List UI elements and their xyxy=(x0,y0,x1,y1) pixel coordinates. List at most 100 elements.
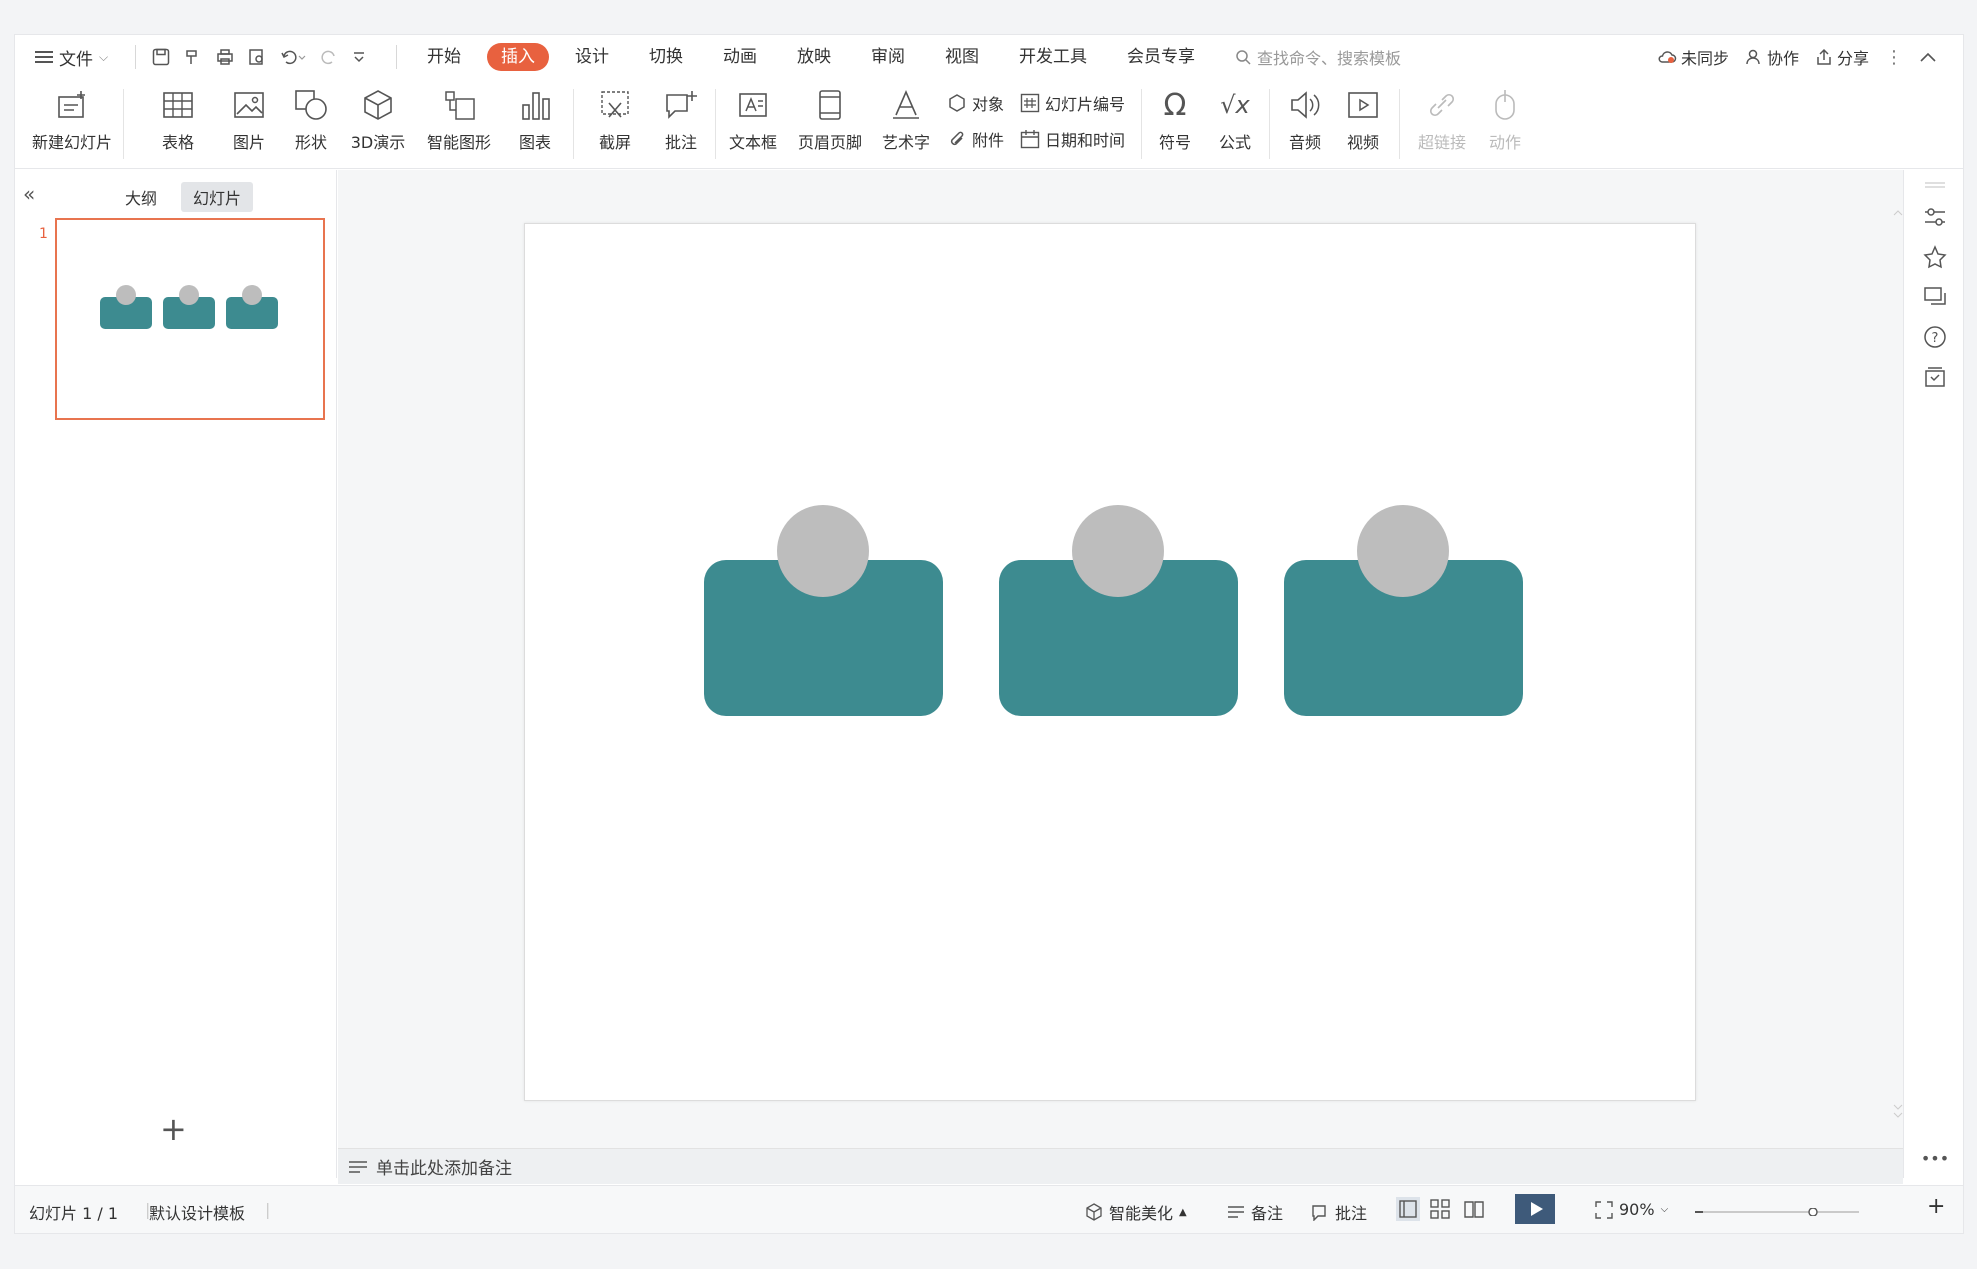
add-slide-button[interactable]: + xyxy=(160,1110,187,1148)
tab-insert[interactable]: 插入 xyxy=(487,43,549,71)
tab-slideshow[interactable]: 放映 xyxy=(777,43,851,71)
bar-chart-icon xyxy=(515,85,555,125)
attachment-label: 附件 xyxy=(972,131,1005,150)
wordart-label: 艺术字 xyxy=(881,133,930,152)
mouse-icon xyxy=(1485,85,1525,125)
tab-design[interactable]: 设计 xyxy=(555,43,629,71)
undo-icon[interactable] xyxy=(280,48,306,66)
zoom-in-icon[interactable]: + xyxy=(1927,1194,1945,1219)
comment-label: 批注 xyxy=(664,133,697,152)
template-name[interactable]: 默认设计模板 xyxy=(149,1200,245,1224)
object-button[interactable]: 对象 xyxy=(947,91,1004,115)
normal-view-icon[interactable] xyxy=(1395,1196,1421,1222)
more-vertical-icon[interactable]: ⋮ xyxy=(1885,47,1903,68)
hyperlink-button[interactable]: 超链接 xyxy=(1405,79,1479,169)
attachment-button[interactable]: 附件 xyxy=(947,127,1004,151)
cube-icon xyxy=(358,85,398,125)
comment-button[interactable]: 批注 xyxy=(653,79,709,169)
magic-icon[interactable] xyxy=(1922,244,1948,270)
audio-button[interactable]: 音频 xyxy=(1277,79,1333,169)
more-horizontal-icon[interactable]: ••• xyxy=(1921,1145,1949,1171)
zoom-slider[interactable] xyxy=(1695,1208,1865,1216)
tab-home[interactable]: 开始 xyxy=(407,43,481,71)
3d-label: 3D演示 xyxy=(350,133,406,152)
status-bar: 幻灯片 1 / 1 | 默认设计模板 | 智能美化 ▲ 备注 批注 90% ⌵ … xyxy=(15,1185,1963,1233)
share-icon xyxy=(1815,48,1833,66)
shape-button[interactable]: 形状 xyxy=(283,79,339,169)
notes-toggle-label: 备注 xyxy=(1251,1204,1284,1223)
tab-transitions[interactable]: 切换 xyxy=(629,43,703,71)
slide-sorter-icon[interactable] xyxy=(1429,1198,1451,1220)
fit-icon xyxy=(1595,1200,1613,1219)
avatar-2 xyxy=(1072,505,1164,597)
slide-thumbnail[interactable] xyxy=(55,218,325,420)
chevron-down-icon: ⌵ xyxy=(1660,1204,1669,1215)
customize-qa-icon[interactable] xyxy=(352,50,366,64)
print-icon[interactable] xyxy=(216,48,234,66)
pane-tabs: 大纲 幻灯片 xyxy=(113,182,254,212)
formula-button[interactable]: √x 公式 xyxy=(1207,79,1263,169)
notes-area[interactable]: 单击此处添加备注 xyxy=(338,1148,1903,1184)
app-window: 文件 ⌵ 开始 插入 设计 切换 动画 放映 审阅 视图 开发工具 会员专享 查… xyxy=(14,34,1964,1234)
play-slideshow-icon[interactable] xyxy=(1515,1194,1555,1224)
tab-view[interactable]: 视图 xyxy=(925,43,999,71)
tab-animations[interactable]: 动画 xyxy=(703,43,777,71)
ribbon-insert: 新建幻灯片 表格 图片 形状 3D演示 智能图形 图表 截屏 批注 文本框 页眉… xyxy=(15,79,1963,169)
comment-toggle[interactable]: 批注 xyxy=(1311,1200,1367,1224)
file-menu[interactable]: 文件 ⌵ xyxy=(15,45,125,70)
collapse-ribbon-icon[interactable] xyxy=(1919,51,1937,63)
header-footer-button[interactable]: 页眉页脚 xyxy=(793,79,867,169)
screenshot-button[interactable]: 截屏 xyxy=(585,79,645,169)
zoom-control[interactable]: 90% ⌵ xyxy=(1595,1200,1668,1219)
divider: | xyxy=(265,1200,271,1219)
properties-icon[interactable] xyxy=(1922,204,1948,230)
format-painter-icon[interactable] xyxy=(184,48,202,66)
3d-button[interactable]: 3D演示 xyxy=(345,79,411,169)
tab-slides[interactable]: 幻灯片 xyxy=(181,182,254,212)
wordart-button[interactable]: 艺术字 xyxy=(873,79,939,169)
print-preview-icon[interactable] xyxy=(248,48,266,66)
chart-button[interactable]: 图表 xyxy=(507,79,563,169)
smartart-button[interactable]: 智能图形 xyxy=(419,79,499,169)
help-icon[interactable]: ? xyxy=(1922,324,1948,350)
thumbnail-preview xyxy=(100,285,278,329)
new-slide-label: 新建幻灯片 xyxy=(31,133,112,152)
picture-button[interactable]: 图片 xyxy=(221,79,277,169)
divider xyxy=(135,45,136,69)
slide-canvas[interactable] xyxy=(524,223,1696,1101)
video-button[interactable]: 视频 xyxy=(1335,79,1391,169)
tab-outline[interactable]: 大纲 xyxy=(113,182,169,212)
video-label: 视频 xyxy=(1346,133,1379,152)
command-search[interactable]: 查找命令、搜索模板 xyxy=(1235,45,1401,69)
header-footer-icon xyxy=(810,85,850,125)
new-slide-button[interactable]: 新建幻灯片 xyxy=(27,79,117,169)
omega-icon: Ω xyxy=(1163,87,1187,123)
backup-icon[interactable] xyxy=(1922,364,1948,390)
slide-number-button[interactable]: 幻灯片编号 xyxy=(1020,91,1125,115)
notes-toggle[interactable]: 备注 xyxy=(1227,1200,1283,1224)
tab-member[interactable]: 会员专享 xyxy=(1107,43,1215,71)
picture-icon xyxy=(229,85,269,125)
chevron-down-icon: ⌵ xyxy=(99,49,109,64)
sync-status[interactable]: 未同步 xyxy=(1657,45,1729,69)
chart-label: 图表 xyxy=(518,133,551,152)
tab-developer[interactable]: 开发工具 xyxy=(999,43,1107,71)
symbol-button[interactable]: Ω 符号 xyxy=(1147,79,1203,169)
save-icon[interactable] xyxy=(152,48,170,66)
beautify-button[interactable]: 智能美化 ▲ xyxy=(1085,1200,1187,1224)
collab-button[interactable]: 协作 xyxy=(1745,45,1799,69)
textbox-button[interactable]: 文本框 xyxy=(719,79,787,169)
collapse-pane-icon[interactable]: « xyxy=(23,182,35,206)
slide-switch-icon[interactable] xyxy=(1922,284,1948,310)
divider xyxy=(123,89,124,159)
share-button[interactable]: 分享 xyxy=(1815,45,1869,69)
redo-icon[interactable] xyxy=(320,48,338,66)
user-icon xyxy=(1745,48,1763,66)
action-button[interactable]: 动作 xyxy=(1477,79,1533,169)
table-button[interactable]: 表格 xyxy=(148,79,208,169)
datetime-button[interactable]: 日期和时间 xyxy=(1020,127,1125,151)
tab-review[interactable]: 审阅 xyxy=(851,43,925,71)
table-label: 表格 xyxy=(161,133,194,152)
reading-view-icon[interactable] xyxy=(1463,1198,1485,1220)
notes-icon xyxy=(348,1159,368,1175)
